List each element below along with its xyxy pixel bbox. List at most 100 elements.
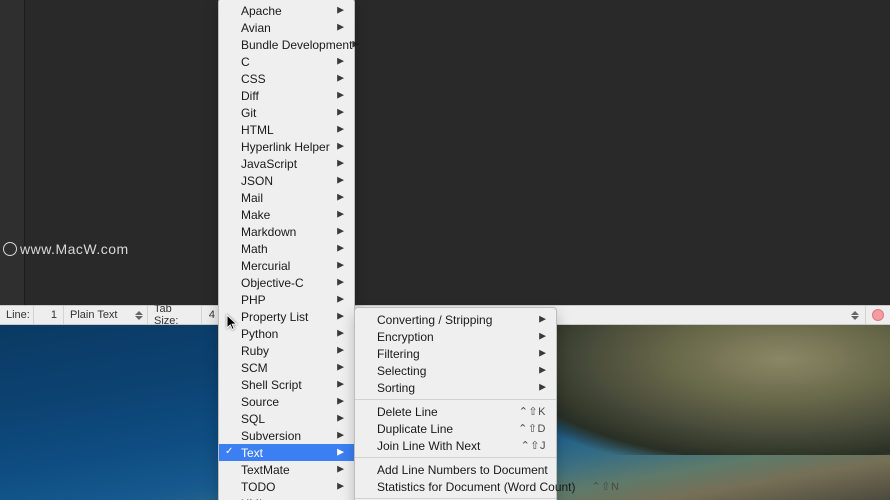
text-menu-item[interactable]: Selecting▶ (355, 362, 556, 379)
record-macro-icon[interactable] (872, 309, 884, 321)
bundles-menu-item[interactable]: TODO▶ (219, 478, 354, 495)
menu-item-label: C (241, 55, 250, 69)
bundles-menu-item[interactable]: TextMate▶ (219, 461, 354, 478)
bundles-menu-item[interactable]: CSS▶ (219, 70, 354, 87)
menu-shortcut: ⌃⇧K (503, 405, 546, 418)
bundles-menu-item[interactable]: Mercurial▶ (219, 257, 354, 274)
editor-area[interactable]: www.MacW.com (0, 0, 890, 305)
statusbar-stepper[interactable] (845, 306, 866, 324)
menu-separator (355, 498, 556, 499)
submenu-arrow-icon: ▶ (539, 348, 546, 359)
bundles-menu-item[interactable]: HTML▶ (219, 121, 354, 138)
submenu-arrow-icon: ▶ (337, 379, 344, 390)
text-submenu[interactable]: Converting / Stripping▶Encryption▶Filter… (354, 307, 557, 500)
text-menu-item[interactable]: Statistics for Document (Word Count)⌃⇧N (355, 478, 556, 495)
bundles-menu-item[interactable]: ✓Text▶ (219, 444, 354, 461)
bundles-menu-item[interactable]: Ruby▶ (219, 342, 354, 359)
text-menu-item[interactable]: Filtering▶ (355, 345, 556, 362)
bundles-menu-item[interactable]: Python ▶ (219, 325, 354, 342)
text-menu-item[interactable]: Add Line Numbers to Document (355, 461, 556, 478)
menu-item-label: JavaScript (241, 157, 297, 171)
menu-item-label: SQL (241, 412, 265, 426)
menu-item-label: Converting / Stripping (377, 313, 492, 327)
tabsize-label: Tab Size: (148, 306, 202, 324)
submenu-arrow-icon: ▶ (337, 73, 344, 84)
bundles-menu-item[interactable]: Apache ▶ (219, 2, 354, 19)
menu-item-label: Bundle Development (241, 38, 352, 52)
submenu-arrow-icon: ▶ (337, 124, 344, 135)
bundles-menu-item[interactable]: JSON▶ (219, 172, 354, 189)
submenu-arrow-icon: ▶ (337, 107, 344, 118)
submenu-arrow-icon: ▶ (337, 396, 344, 407)
menu-item-label: PHP (241, 293, 266, 307)
bundles-menu-item[interactable]: Markdown ▶ (219, 223, 354, 240)
submenu-arrow-icon: ▶ (337, 175, 344, 186)
menu-separator (355, 457, 556, 458)
menu-item-label: Shell Script (241, 378, 302, 392)
menu-item-label: Delete Line (377, 405, 438, 419)
bundles-menu-item[interactable]: Objective-C▶ (219, 274, 354, 291)
submenu-arrow-icon: ▶ (337, 481, 344, 492)
submenu-arrow-icon: ▶ (539, 331, 546, 342)
menu-item-label: Diff (241, 89, 259, 103)
submenu-arrow-icon: ▶ (337, 294, 344, 305)
submenu-arrow-icon: ▶ (337, 141, 344, 152)
submenu-arrow-icon: ▶ (337, 243, 344, 254)
submenu-arrow-icon: ▶ (337, 345, 344, 356)
submenu-arrow-icon: ▶ (337, 328, 344, 339)
submenu-arrow-icon: ▶ (337, 277, 344, 288)
bundles-menu-item[interactable]: PHP ▶ (219, 291, 354, 308)
bundles-menu[interactable]: Apache▶Avian▶Bundle Development▶C▶CSS▶Di… (218, 0, 355, 500)
bundles-menu-item[interactable]: SCM ▶ (219, 359, 354, 376)
menu-separator (355, 399, 556, 400)
line-label: Line: (0, 306, 34, 324)
menu-item-label: Avian (241, 21, 271, 35)
submenu-arrow-icon: ▶ (337, 226, 344, 237)
menu-item-label: Encryption (377, 330, 434, 344)
submenu-arrow-icon: ▶ (337, 192, 344, 203)
menu-item-label: Python (241, 327, 278, 341)
bundles-menu-item[interactable]: JavaScript▶ (219, 155, 354, 172)
text-menu-item[interactable]: Delete Line ⌃⇧K (355, 403, 556, 420)
submenu-arrow-icon: ▶ (337, 5, 344, 16)
bundles-menu-item[interactable]: Make▶ (219, 206, 354, 223)
text-menu-item[interactable]: Converting / Stripping▶ (355, 311, 556, 328)
menu-item-label: SCM (241, 361, 268, 375)
text-menu-item[interactable]: Join Line With Next⌃⇧J (355, 437, 556, 454)
bundles-menu-item[interactable]: Bundle Development▶ (219, 36, 354, 53)
bundles-menu-item[interactable]: C▶ (219, 53, 354, 70)
bundles-menu-item[interactable]: XML▶ (219, 495, 354, 500)
menu-item-label: Statistics for Document (Word Count) (377, 480, 576, 494)
text-menu-item[interactable]: Sorting▶ (355, 379, 556, 396)
bundles-menu-item[interactable]: Subversion▶ (219, 427, 354, 444)
submenu-arrow-icon: ▶ (337, 362, 344, 373)
menu-item-label: Apache (241, 4, 282, 18)
menu-item-label: Duplicate Line (377, 422, 453, 436)
submenu-arrow-icon: ▶ (337, 22, 344, 33)
bundles-menu-item[interactable]: Avian ▶ (219, 19, 354, 36)
submenu-arrow-icon: ▶ (337, 447, 344, 458)
text-menu-item[interactable]: Duplicate Line ⌃⇧D (355, 420, 556, 437)
bundles-menu-item[interactable]: Diff▶ (219, 87, 354, 104)
menu-item-label: Text (241, 446, 263, 460)
submenu-arrow-icon: ▶ (337, 311, 344, 322)
bundles-menu-item[interactable]: Hyperlink Helper▶ (219, 138, 354, 155)
bundles-menu-item[interactable]: Mail▶ (219, 189, 354, 206)
menu-item-label: Markdown (241, 225, 296, 239)
bundles-menu-item[interactable]: Git▶ (219, 104, 354, 121)
menu-item-label: Make (241, 208, 270, 222)
line-value[interactable]: 1 (34, 306, 64, 324)
menu-shortcut: ⌃⇧J (505, 439, 546, 452)
menu-item-label: Mercurial (241, 259, 290, 273)
language-selector[interactable]: Plain Text (64, 306, 148, 324)
chevron-down-icon (135, 316, 143, 320)
menu-shortcut: ⌃⇧D (502, 422, 546, 435)
text-menu-item[interactable]: Encryption ▶ (355, 328, 556, 345)
bundles-menu-item[interactable]: SQL▶ (219, 410, 354, 427)
bundles-menu-item[interactable]: Property List▶ (219, 308, 354, 325)
bundles-menu-item[interactable]: Shell Script ▶ (219, 376, 354, 393)
bundles-menu-item[interactable]: Source▶ (219, 393, 354, 410)
menu-item-label: Math (241, 242, 268, 256)
language-label: Plain Text (70, 309, 118, 321)
bundles-menu-item[interactable]: Math ▶ (219, 240, 354, 257)
